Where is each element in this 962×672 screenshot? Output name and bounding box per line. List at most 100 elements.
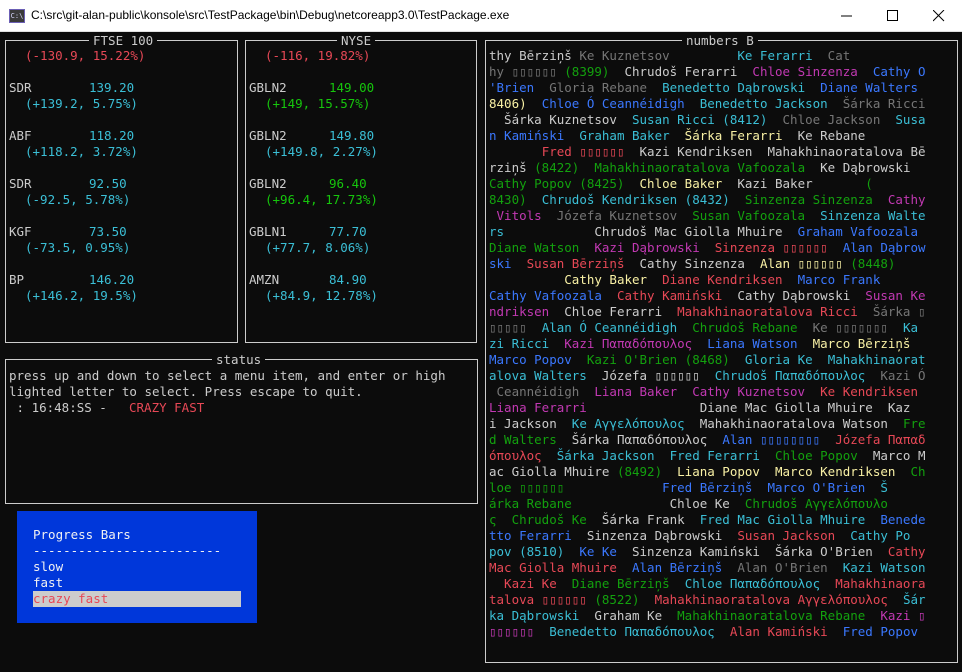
menu-title: Progress Bars (33, 527, 131, 542)
numbers-line: ▯▯▯▯▯▯ Benedetto Παπαδόπουλος Alan Kamiń… (489, 624, 918, 640)
numbers-segment: Mahakhinaoratalova Vafoozala (594, 160, 821, 175)
numbers-segment: Š (880, 480, 888, 495)
numbers-line: thy Bērziņš Ke Kuznetsov Ke Ferarri Cat (489, 48, 850, 64)
numbers-line: 8430) Chrudoš Kendriksen (8432) Sinzenza… (489, 192, 926, 208)
numbers-segment: Mahakhinaoratalova Ricci (677, 304, 873, 319)
numbers-line: talova ▯▯▯▯▯▯ (8522) Mahakhinaoratalova … (489, 592, 926, 608)
numbers-segment: Diane Mac Giolla Mhuire (699, 400, 888, 415)
numbers-segment: Diane Bērziņš (571, 576, 685, 591)
numbers-segment: Alan Ó Ceannéidigh (541, 320, 693, 335)
close-icon (933, 10, 945, 22)
numbers-segment: Chloe Ó Ceannéidigh (541, 96, 700, 111)
numbers-segment: Mahakhinaoratalova Rebane (677, 608, 881, 623)
minimize-button[interactable] (824, 0, 870, 31)
nyse-price: 84.90 (329, 272, 367, 287)
numbers-line: Cathy Popov (8425) Chloe Baker Kazi Bake… (489, 176, 873, 192)
numbers-segment: Marco Bērziņš (812, 336, 911, 351)
numbers-segment: Józefa Παπαδ (835, 432, 926, 447)
window-titlebar[interactable]: C:\ C:\src\git-alan-public\konsole\src\T… (0, 0, 962, 32)
numbers-segment: Mahakhinaoratalova Αγγελόπουλος (654, 592, 903, 607)
numbers-segment: Graham Vafoozala (797, 224, 918, 239)
numbers-segment: Gloria Rebane (549, 80, 663, 95)
numbers-segment: (8422) (534, 160, 595, 175)
numbers-line: hy ▯▯▯▯▯▯ (8399) Chrudoš Ferarri Chloe S… (489, 64, 926, 80)
numbers-segment: Vitols (489, 208, 557, 223)
numbers-segment: 8430) (489, 192, 542, 207)
ftse-symbol: BP (9, 272, 25, 287)
numbers-segment: Chrudoš Ke (511, 512, 602, 527)
numbers-segment: Kaz (887, 400, 911, 415)
status-time: : 16:48:SS - (9, 400, 115, 415)
numbers-segment: Sinzenza ▯▯▯▯▯▯ (714, 240, 843, 255)
numbers-segment: Šárka Kuznetsov (489, 112, 632, 127)
numbers-segment: árka Rebane (489, 496, 670, 511)
numbers-segment: i Jackson (489, 416, 572, 431)
maximize-button[interactable] (870, 0, 916, 31)
numbers-segment: Benedetto Dąbrowski (662, 80, 821, 95)
numbers-segment: Mahakhinaoratalova Bē (767, 144, 926, 159)
numbers-line: alova Walters Józefa ▯▯▯▯▯▯ Chrudoš Παπα… (489, 368, 926, 384)
nyse-symbol: GBLN1 (249, 224, 287, 239)
numbers-segment: zi Ricci (489, 336, 565, 351)
numbers-line: Liana Ferarri Diane Mac Giolla Mhuire Ka… (489, 400, 910, 416)
numbers-segment: Józefa Kuznetsov (556, 208, 693, 223)
numbers-segment: Cat (812, 48, 851, 63)
ftse-symbol: SDR (9, 176, 32, 191)
numbers-segment: Chloe Ke (669, 496, 745, 511)
numbers-segment: Sinzenza Kamiński (632, 544, 775, 559)
status-mode: CRAZY FAST (129, 400, 205, 415)
numbers-segment: Ke Kendriksen (820, 384, 918, 399)
ftse-price: 92.50 (89, 176, 127, 191)
numbers-segment: d Walters (489, 432, 572, 447)
console-app-icon: C:\ (9, 9, 25, 23)
menu-item-fast[interactable]: fast (33, 575, 63, 591)
numbers-segment (489, 272, 564, 287)
numbers-segment: Šárka Jackson (556, 448, 670, 463)
nyse-change: (+96.4, 17.73%) (265, 192, 378, 207)
numbers-segment: Šár (902, 592, 926, 607)
window-title: C:\src\git-alan-public\konsole\src\TestP… (31, 8, 510, 22)
numbers-segment: Chloe Jackson (782, 112, 896, 127)
numbers-line: Cathy Vafoozala Cathy Kamiński Cathy Dąb… (489, 288, 926, 304)
ftse-price: 73.50 (89, 224, 127, 239)
nyse-title: NYSE (337, 33, 376, 48)
numbers-line: ka Dąbrowski Graham Ke Mahakhinaoratalov… (489, 608, 926, 624)
numbers-segment: Sinzenza Dąbrowski (586, 528, 738, 543)
numbers-segment: ▯▯▯▯▯ (489, 320, 542, 335)
numbers-segment: Šárka Frank (601, 512, 700, 527)
nyse-symbol: GBLN2 (249, 176, 287, 191)
numbers-segment: Liana Baker (594, 384, 693, 399)
status-instructions-line-2: lighted letter to select. Press escape t… (9, 384, 363, 399)
menu-separator: ------------------------- (33, 543, 222, 558)
ftse-symbol: SDR (9, 80, 32, 95)
numbers-line: ς Chrudoš Ke Šárka Frank Fred Mac Giolla… (489, 512, 926, 528)
numbers-segment: Ch (910, 464, 926, 479)
numbers-segment: Kazi Kendriksen (639, 144, 768, 159)
numbers-segment: ka Dąbrowski (489, 608, 595, 623)
numbers-segment: Susan Vafoozala (692, 208, 821, 223)
numbers-segment: Fred Mac Giolla Mhuire (699, 512, 881, 527)
numbers-segment: Mahakhinaoratalova Watson (699, 416, 903, 431)
numbers-segment: Chloe Sinzenza (752, 64, 858, 79)
numbers-segment: Cathy Popov (8425) (489, 176, 640, 191)
numbers-segment: loe ▯▯▯▯▯▯ (489, 480, 663, 495)
numbers-line: i Jackson Ke Αγγελόπουλος Mahakhinaorata… (489, 416, 926, 432)
close-button[interactable] (916, 0, 962, 31)
numbers-segment: Šárka ▯ (872, 304, 926, 319)
numbers-segment: Chrudoš Kendriksen (8432) (541, 192, 745, 207)
maximize-icon (887, 10, 898, 21)
ftse-change: (-92.5, 5.78%) (25, 192, 131, 207)
numbers-segment: Kazi O'Brien (8468) (586, 352, 745, 367)
numbers-segment: Kazi Baker (737, 176, 866, 191)
numbers-segment: Sinzenza Sinzenza (744, 192, 888, 207)
numbers-line: árka Rebane Chloe Ke Chrudoš Αγγελόπουλο (489, 496, 888, 512)
ftse-change: (-73.5, 0.95%) (25, 240, 131, 255)
numbers-title: numbers B (682, 33, 758, 48)
numbers-segment: Cathy Dąbrowski (737, 288, 866, 303)
menu-item-crazy-fast[interactable]: crazy fast (33, 591, 241, 607)
nyse-price: 77.70 (329, 224, 367, 239)
menu-item-slow[interactable]: slow (33, 559, 63, 575)
numbers-segment: Graham Baker (579, 128, 685, 143)
numbers-segment: talova ▯▯▯▯▯▯ (489, 592, 595, 607)
numbers-segment: Benedetto Jackson (699, 96, 843, 111)
